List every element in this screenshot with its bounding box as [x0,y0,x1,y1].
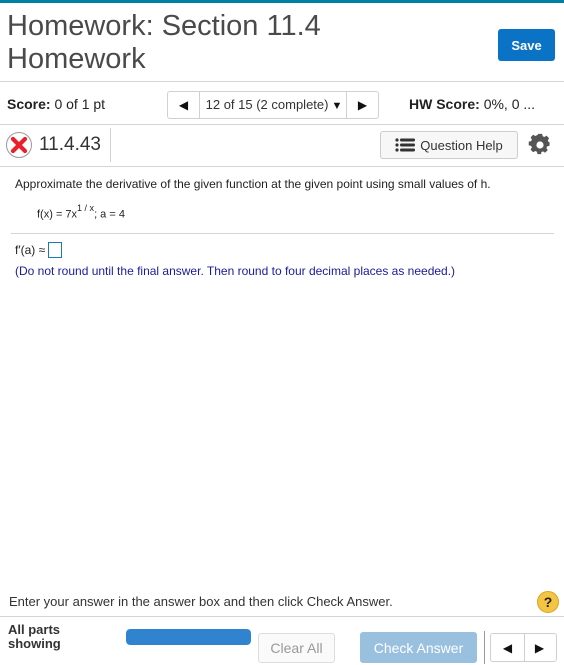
clear-all-button[interactable]: Clear All [258,633,335,663]
triangle-right-icon: ▶ [357,98,368,112]
answer-input[interactable] [48,242,63,258]
question-prompt: Approximate the derivative of the given … [15,177,491,191]
instruction-message: Enter your answer in the answer box and … [9,594,393,609]
question-help-button[interactable]: Question Help [380,131,518,159]
gear-icon[interactable] [528,133,552,157]
question-help-label: Question Help [420,137,503,153]
save-button[interactable]: Save [498,29,555,61]
header: Homework: Section 11.4 Homework Save [0,6,564,80]
divider [110,128,111,162]
question-selector[interactable]: 12 of 15 (2 complete) ▼ [200,97,348,112]
divider [484,631,485,664]
function-exponent: 1 / x [77,203,95,213]
parts-progress-bar [126,629,251,645]
function-point: ; a = 4 [94,208,125,221]
page-title: Homework: Section 11.4 Homework [7,10,321,75]
hw-score-value: 0%, 0 ... [483,96,536,112]
next-question-button[interactable]: ▶ [346,92,378,118]
rounding-hint: (Do not round until the final answer. Th… [15,264,456,278]
divider [0,166,564,167]
progress-fill [126,629,251,645]
triangle-left-icon: ◀ [178,98,189,112]
question-number: 11.4.43 [39,134,101,155]
question-mark-icon[interactable]: ? [537,591,559,613]
score-bar: Score: 0 of 1 pt ◀ 12 of 15 (2 complete)… [0,88,564,122]
check-answer-button[interactable]: Check Answer [360,632,477,663]
hw-score-label: HW Score: [409,96,480,112]
divider [0,616,564,617]
score-value: 0 of 1 pt [54,96,106,112]
previous-question-button[interactable]: ◀ [168,92,200,118]
answer-label: f′(a) ≈ [15,243,46,257]
hw-score: HW Score: 0%, 0 ... [409,96,535,112]
question-score: Score: 0 of 1 pt [7,96,105,112]
triangle-right-icon: ▶ [534,640,545,655]
question-navigator: ◀ 12 of 15 (2 complete) ▼ ▶ [167,91,379,119]
next-button[interactable]: ▶ [523,634,556,661]
incorrect-x-icon [6,132,32,158]
divider [11,233,554,234]
previous-button[interactable]: ◀ [491,634,525,661]
triangle-left-icon: ◀ [502,640,513,655]
caret-down-icon: ▼ [331,100,343,112]
divider [0,81,564,82]
function-lhs: f(x) = 7x [37,208,78,221]
question-header: 11.4.43 Question Help [0,125,564,165]
function-formula: f(x) = 7x1 / x; a = 4 [37,203,125,221]
question-selector-label: 12 of 15 (2 complete) [205,97,329,112]
list-icon [395,138,416,152]
bottom-pager: ◀ ▶ [490,633,557,662]
answer-line: f′(a) ≈ [15,242,63,258]
score-label: Score: [7,96,51,112]
parts-label: All parts showing [8,622,61,651]
